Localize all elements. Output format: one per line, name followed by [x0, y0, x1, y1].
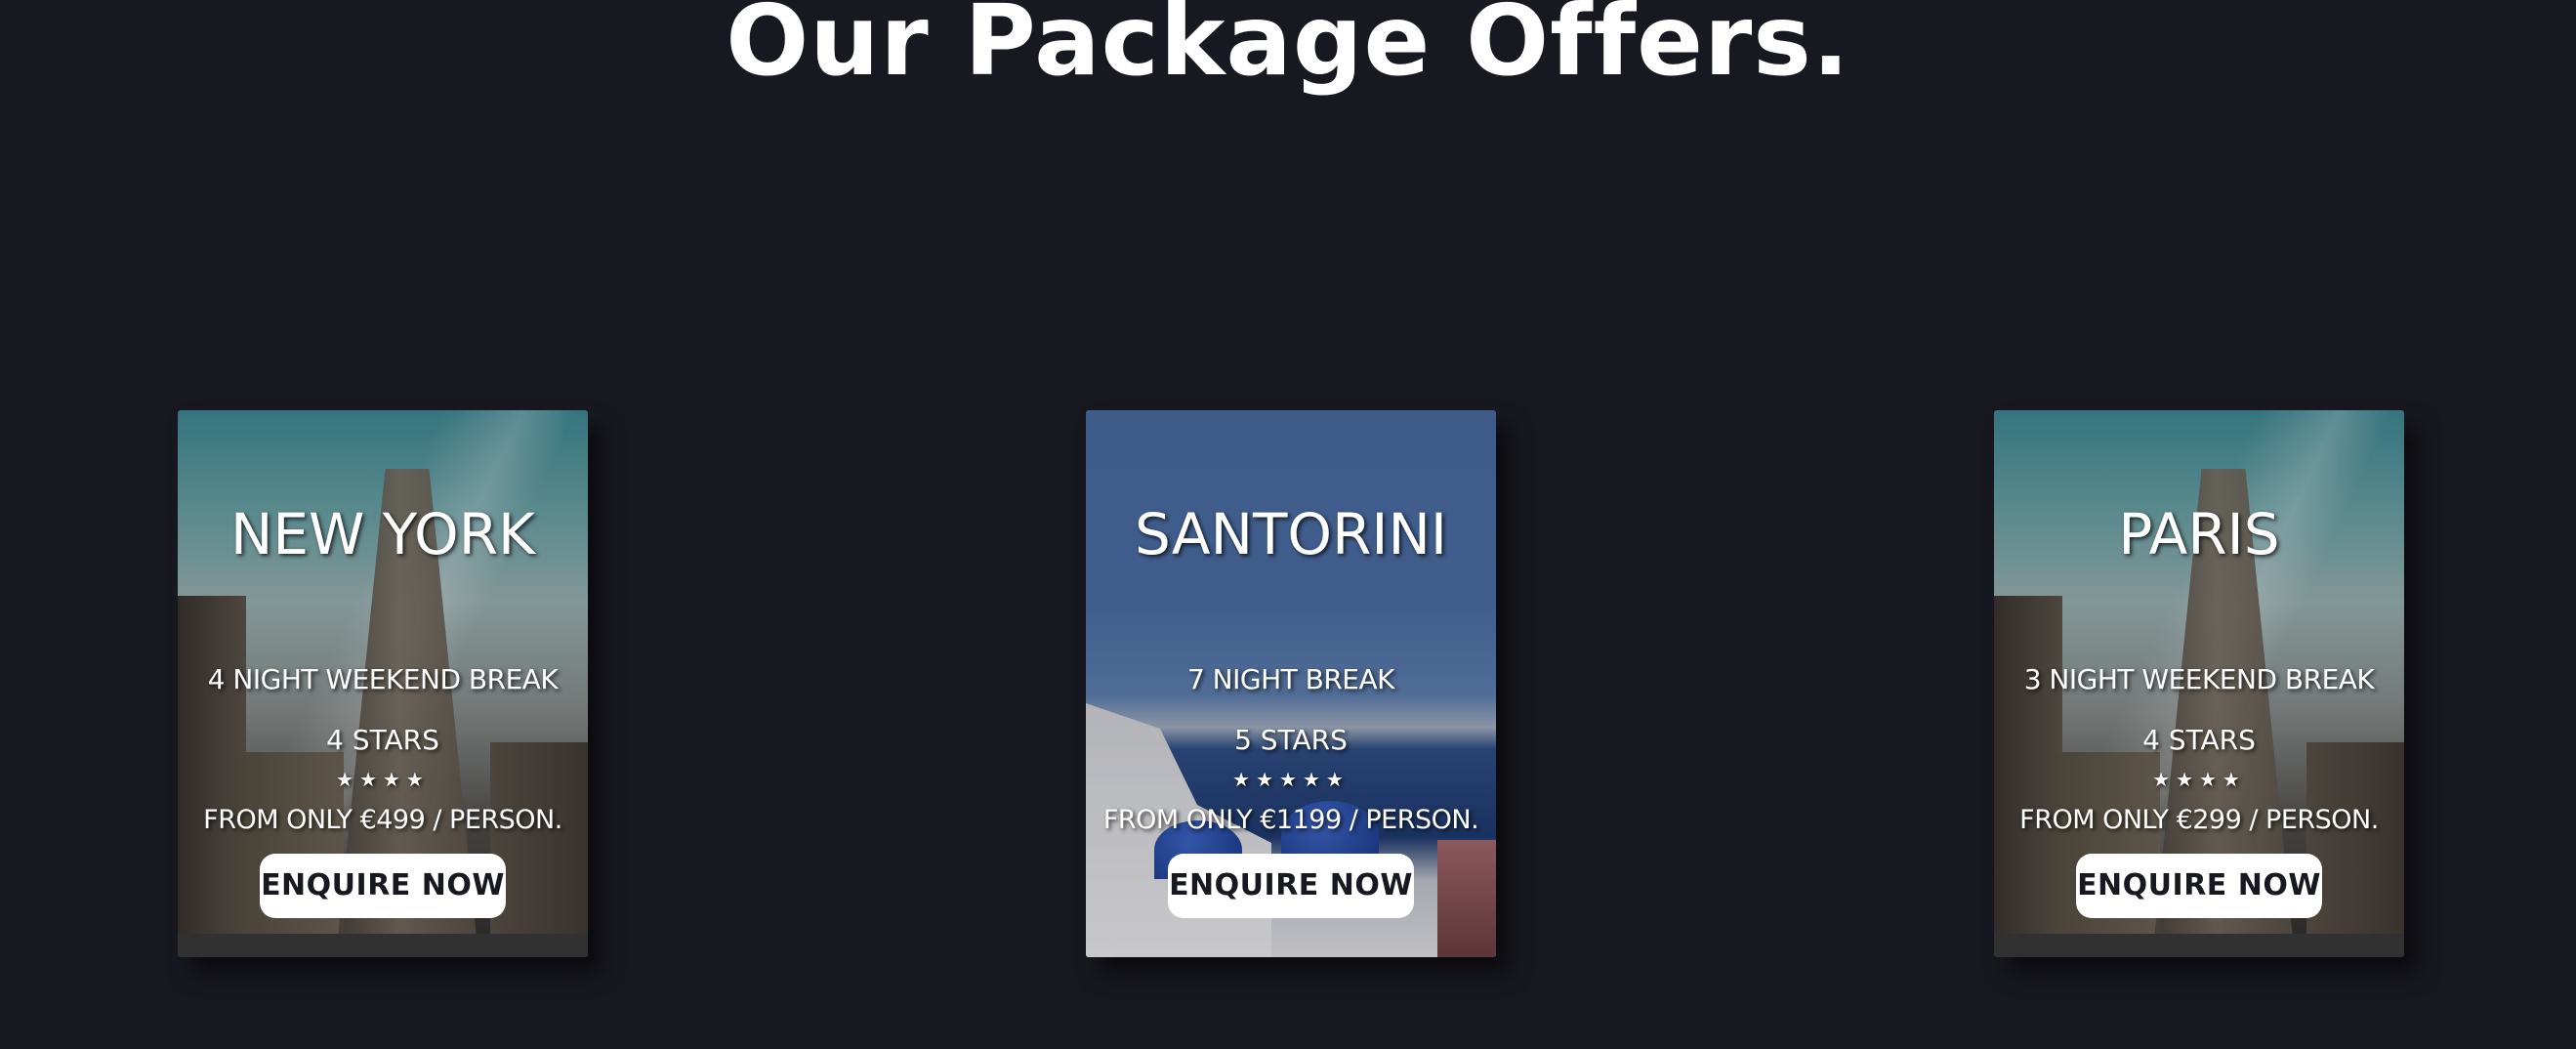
- package-card-paris: PARIS 3 NIGHT WEEKEND BREAK 4 STARS ★★★★…: [1994, 410, 2404, 957]
- card-content: SANTORINI 7 NIGHT BREAK 5 STARS ★★★★★ FR…: [1086, 410, 1496, 957]
- card-destination: SANTORINI: [1135, 501, 1447, 567]
- card-duration: 4 NIGHT WEEKEND BREAK: [207, 663, 559, 695]
- star-rating-icons: ★★★★: [2152, 768, 2246, 791]
- card-star-label: 4 STARS: [326, 724, 439, 756]
- package-card-santorini: SANTORINI 7 NIGHT BREAK 5 STARS ★★★★★ FR…: [1086, 410, 1496, 957]
- section-title: Our Package Offers.: [726, 0, 1850, 98]
- card-duration: 3 NIGHT WEEKEND BREAK: [2023, 663, 2375, 695]
- card-price: FROM ONLY €299 / PERSON.: [2019, 805, 2379, 835]
- card-price: FROM ONLY €499 / PERSON.: [203, 805, 562, 835]
- star-rating-icons: ★★★★: [336, 768, 430, 791]
- card-destination: NEW YORK: [229, 501, 536, 567]
- card-content: PARIS 3 NIGHT WEEKEND BREAK 4 STARS ★★★★…: [1994, 410, 2404, 957]
- package-card-new-york: NEW YORK 4 NIGHT WEEKEND BREAK 4 STARS ★…: [178, 410, 588, 957]
- card-star-label: 4 STARS: [2142, 724, 2256, 756]
- card-content: NEW YORK 4 NIGHT WEEKEND BREAK 4 STARS ★…: [178, 410, 588, 957]
- card-star-label: 5 STARS: [1234, 724, 1348, 756]
- enquire-now-button[interactable]: ENQUIRE NOW: [2076, 854, 2322, 918]
- enquire-now-button[interactable]: ENQUIRE NOW: [260, 854, 506, 918]
- card-price: FROM ONLY €1199 / PERSON.: [1102, 805, 1479, 835]
- card-destination: PARIS: [2118, 501, 2280, 567]
- package-offers-section: Our Package Offers. NEW YORK 4 NIGHT WEE…: [0, 0, 2576, 1049]
- enquire-now-button[interactable]: ENQUIRE NOW: [1168, 854, 1414, 918]
- star-rating-icons: ★★★★★: [1232, 768, 1350, 791]
- card-duration: 7 NIGHT BREAK: [1186, 663, 1395, 695]
